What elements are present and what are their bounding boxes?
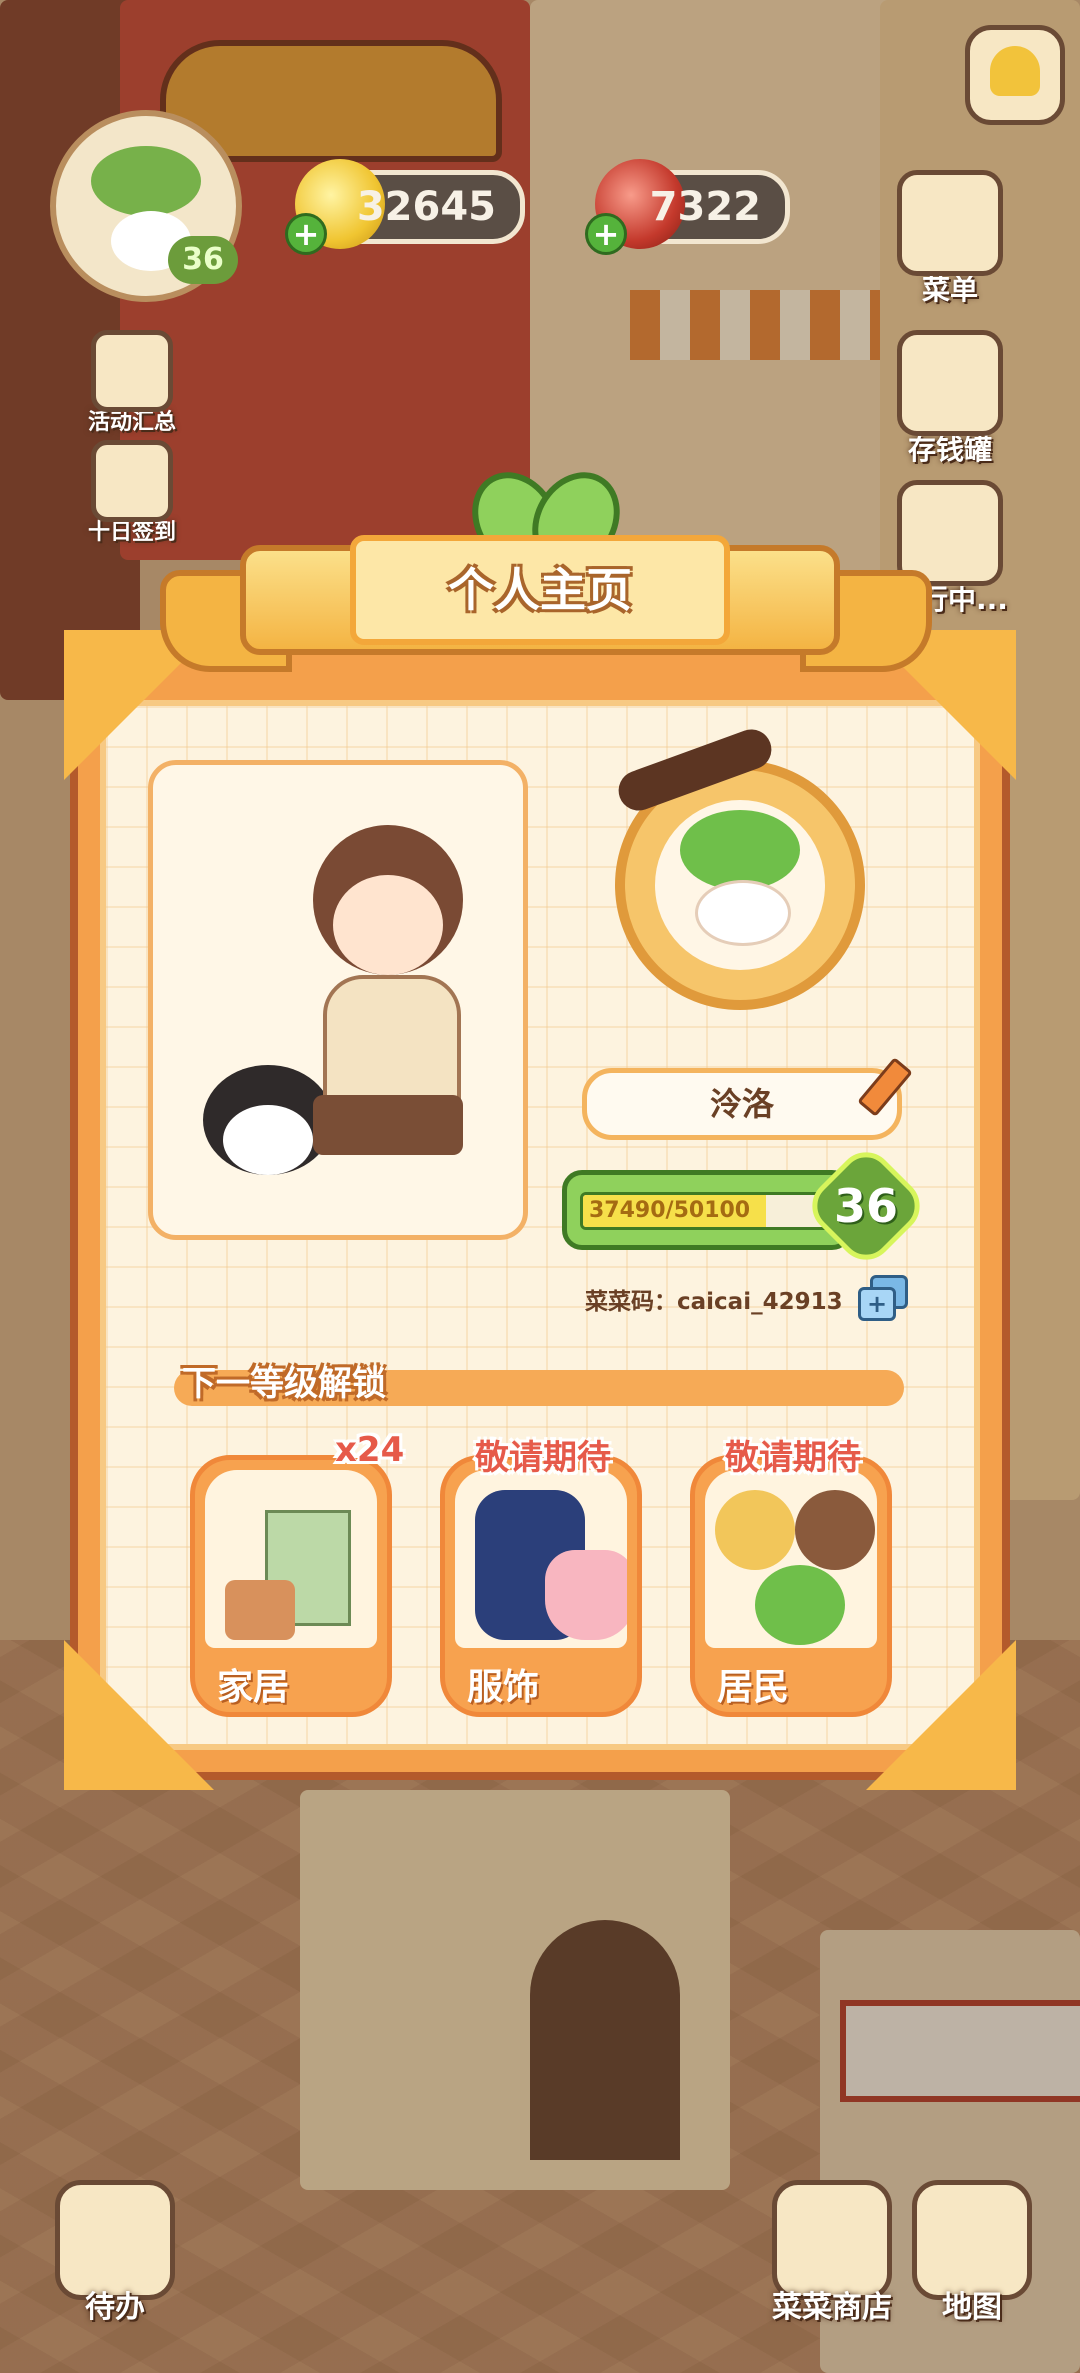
map-button[interactable]: 地图 (902, 2180, 1042, 2326)
calendar-icon (91, 440, 173, 522)
map-label: 地图 (942, 2290, 1002, 2325)
shop-label: 菜菜商店 (772, 2290, 892, 2325)
checkin-button[interactable]: 十日签到 (72, 440, 192, 546)
experience-bar: 37490/50100 36 (562, 1140, 932, 1272)
profile-modal: 个人主页 泠洛 37490/50100 36 菜菜码：caicai_42913 … (64, 456, 1016, 1790)
add-tomatoes-button[interactable]: + (585, 213, 627, 255)
modal-title: 个人主页 (350, 535, 730, 645)
player-level-badge: 36 (168, 236, 238, 284)
menu-icon (897, 170, 1003, 276)
character-face (333, 875, 443, 975)
residents-image (705, 1470, 877, 1648)
add-coins-button[interactable]: + (285, 213, 327, 255)
unlock-title: 下一等级解锁 (182, 1364, 386, 1404)
exp-text: 37490/50100 (589, 1198, 751, 1223)
todo-label: 待办 (85, 2290, 145, 2325)
avatar-veggie (680, 810, 800, 890)
resident-face (795, 1490, 875, 1570)
exp-track: 37490/50100 (580, 1192, 830, 1230)
piggy-bank-button[interactable]: 存钱罐 (890, 330, 1010, 468)
coming-soon-tag: 敬请期待 (725, 1438, 861, 1478)
level-number: 36 (833, 1179, 898, 1233)
copy-icon: + (858, 1287, 896, 1321)
todo-button[interactable]: 待办 (45, 2180, 185, 2326)
player-name: 泠洛 (582, 1068, 902, 1140)
reward-label: 居民 (717, 1667, 790, 1708)
bell-icon (990, 46, 1040, 96)
pet-face (223, 1105, 313, 1175)
copy-code-button[interactable]: + (858, 1275, 908, 1321)
profile-avatar-frame[interactable] (612, 723, 865, 1010)
resident-veggie (755, 1565, 845, 1645)
clothing-dress (545, 1550, 627, 1640)
reward-count: x24 (335, 1430, 405, 1470)
reward-label: 服饰 (467, 1667, 540, 1708)
reward-residents[interactable]: 居民 敬请期待 (690, 1438, 892, 1717)
reward-label: 家居 (217, 1667, 290, 1708)
player-code-label: 菜菜码： (585, 1289, 677, 1315)
furniture-chair (225, 1580, 295, 1640)
edit-name-icon[interactable] (855, 1057, 913, 1117)
reward-furniture[interactable]: 家居 x24 (190, 1430, 404, 1717)
coin-value: 32645 (356, 184, 496, 230)
resident-face (715, 1490, 795, 1570)
events-icon (91, 330, 173, 412)
avatar-veggie-leaf (91, 146, 201, 216)
coming-soon-tag: 敬请期待 (475, 1438, 611, 1478)
notification-bell-button[interactable] (965, 25, 1065, 125)
character-portrait[interactable] (148, 760, 528, 1240)
events-button[interactable]: 活动汇总 (72, 330, 192, 436)
coin-counter[interactable]: + 32645 (285, 159, 525, 255)
menu-button[interactable]: 菜单 (890, 170, 1010, 308)
player-code-value: caicai_42913 (677, 1289, 843, 1315)
shop-button[interactable]: 菜菜商店 (762, 2180, 902, 2326)
tomato-counter[interactable]: + 7322 (585, 159, 790, 255)
tomato-value: 7322 (649, 184, 761, 230)
piggy-bank-icon (897, 330, 1003, 436)
character-skirt (313, 1095, 463, 1155)
player-code: 菜菜码：caicai_42913 (585, 1282, 843, 1316)
reward-clothing[interactable]: 服饰 敬请期待 (440, 1438, 642, 1717)
clothing-image (455, 1470, 627, 1648)
avatar-bun (695, 880, 791, 946)
furniture-image (205, 1470, 377, 1648)
